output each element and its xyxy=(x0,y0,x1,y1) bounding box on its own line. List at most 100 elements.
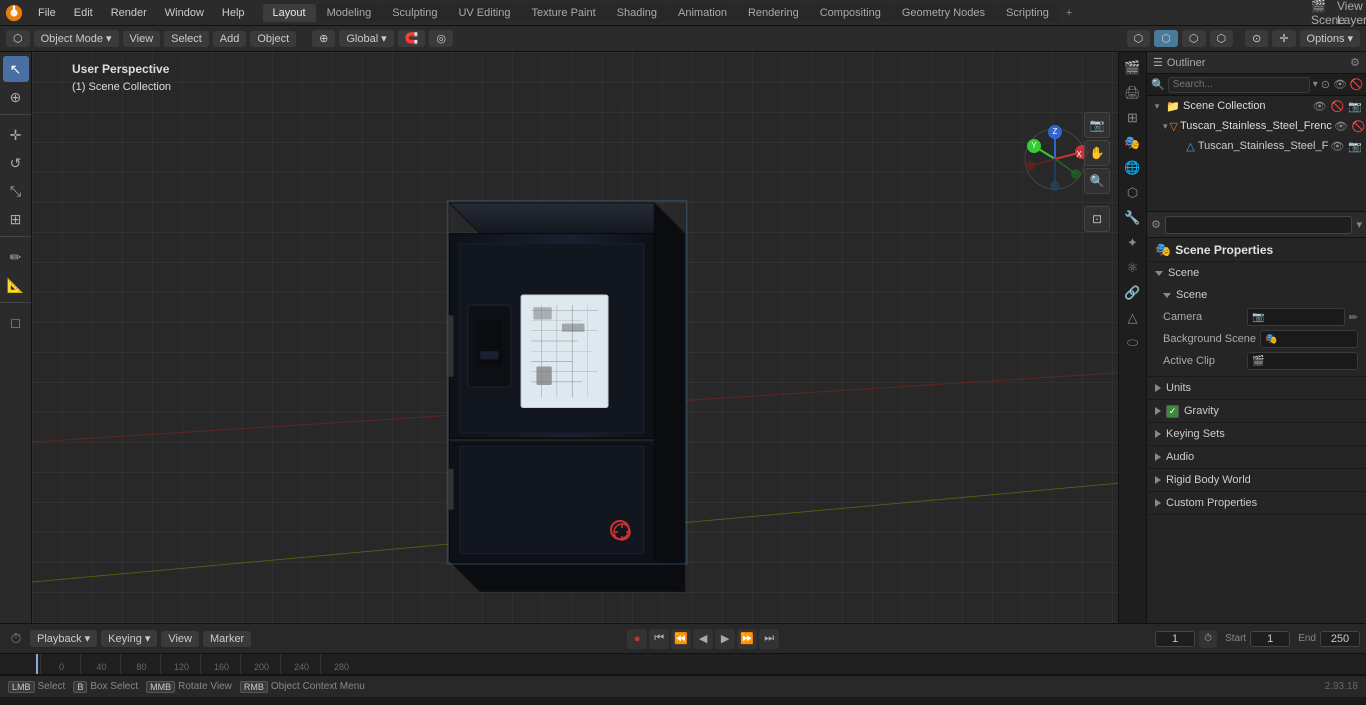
3d-viewport[interactable]: User Perspective (1) Scene Collection xyxy=(32,52,1118,623)
tab-sculpting[interactable]: Sculpting xyxy=(382,4,447,22)
menu-help[interactable]: Help xyxy=(214,5,253,21)
view-menu-timeline[interactable]: View xyxy=(161,631,199,647)
view-menu[interactable]: View xyxy=(123,31,161,47)
camera-value-field[interactable]: 📷 xyxy=(1247,308,1345,326)
viewport-shading-material[interactable]: ⬡ xyxy=(1182,30,1206,47)
o1-hide-icon[interactable]: 🚫 xyxy=(1352,120,1366,133)
view-layer-properties-icon[interactable]: ⊞ xyxy=(1121,106,1145,130)
props-filter-button[interactable]: ▾ xyxy=(1356,218,1362,231)
record-button[interactable]: ● xyxy=(627,629,647,649)
select-tool[interactable]: ↖ xyxy=(3,56,29,82)
viewport-shading-render[interactable]: ⬡ xyxy=(1210,30,1234,47)
options-button[interactable]: Options ▾ xyxy=(1300,30,1360,47)
zoom-tool-btn[interactable]: 🔍 xyxy=(1084,168,1110,194)
constraints-properties-icon[interactable]: 🔗 xyxy=(1121,281,1145,305)
outliner-search-input[interactable] xyxy=(1168,77,1310,93)
snap-button[interactable]: 🧲 xyxy=(398,30,426,47)
gravity-checkbox[interactable]: ✓ xyxy=(1166,405,1179,418)
active-clip-value[interactable]: 🎬 xyxy=(1247,352,1358,370)
camera-view-btn[interactable]: 📷 xyxy=(1084,112,1110,138)
outliner-filter-dropdown[interactable]: ▾ xyxy=(1313,79,1318,90)
proportional-edit[interactable]: ◎ xyxy=(429,30,453,47)
tab-geometry-nodes[interactable]: Geometry Nodes xyxy=(892,4,995,22)
annotate-tool[interactable]: ✏ xyxy=(3,244,29,270)
object-properties-icon[interactable]: ⬡ xyxy=(1121,181,1145,205)
viewport-shading-solid[interactable]: ⬡ xyxy=(1154,30,1178,47)
transform-tool[interactable]: ⊞ xyxy=(3,206,29,232)
outliner-scene-collection[interactable]: ▾ 📁 Scene Collection 👁 🚫 📷 xyxy=(1147,96,1366,116)
move-tool[interactable]: ✛ xyxy=(3,122,29,148)
material-properties-icon[interactable]: ⬭ xyxy=(1121,331,1145,355)
end-frame-input[interactable] xyxy=(1320,631,1360,647)
modifier-properties-icon[interactable]: 🔧 xyxy=(1121,206,1145,230)
o2-render-icon[interactable]: 📷 xyxy=(1348,140,1362,153)
output-properties-icon[interactable]: 🖨 xyxy=(1121,81,1145,105)
viewport-gizmos[interactable]: ✛ xyxy=(1272,30,1295,47)
playback-menu[interactable]: Playback ▾ xyxy=(30,630,97,647)
menu-file[interactable]: File xyxy=(30,5,64,21)
world-properties-icon[interactable]: 🌐 xyxy=(1121,156,1145,180)
outliner-filter-icon[interactable]: ⚙ xyxy=(1350,56,1360,69)
expand-scene-collection[interactable]: ▾ xyxy=(1151,100,1163,112)
tab-rendering[interactable]: Rendering xyxy=(738,4,809,22)
tab-animation[interactable]: Animation xyxy=(668,4,737,22)
outliner-hide-icon[interactable]: 🚫 xyxy=(1350,78,1364,91)
expand-object-1[interactable]: ▾ xyxy=(1163,120,1168,132)
editor-type-button[interactable]: ⬡ xyxy=(6,30,30,47)
add-workspace-button[interactable]: + xyxy=(1060,4,1078,22)
render-region-btn[interactable]: ⊡ xyxy=(1084,206,1110,232)
scene-subsection-header[interactable]: Scene xyxy=(1147,284,1366,306)
object-mode-dropdown[interactable]: Object Mode ▾ xyxy=(34,30,119,47)
viewport-shading-wire[interactable]: ⬡ xyxy=(1127,30,1151,47)
keying-menu[interactable]: Keying ▾ xyxy=(101,630,157,647)
transform-orientation[interactable]: Global ▾ xyxy=(339,30,393,47)
outliner-object-row-1[interactable]: ▾ ▽ Tuscan_Stainless_Steel_Frenc 👁 🚫 📷 xyxy=(1147,116,1366,136)
custom-props-header[interactable]: Custom Properties xyxy=(1147,492,1366,514)
jump-to-start-button[interactable]: ⏮ xyxy=(649,629,669,649)
view-layer-selector[interactable]: View Layer xyxy=(1342,3,1362,23)
menu-edit[interactable]: Edit xyxy=(66,5,101,21)
menu-window[interactable]: Window xyxy=(157,5,212,21)
sc-render-icon[interactable]: 📷 xyxy=(1348,100,1362,113)
current-frame-input[interactable] xyxy=(1155,631,1195,647)
sc-view-icon[interactable]: 👁 xyxy=(1313,100,1327,113)
rotate-tool[interactable]: ↺ xyxy=(3,150,29,176)
o2-view-icon[interactable]: 👁 xyxy=(1330,140,1344,153)
render-properties-icon[interactable]: 🎬 xyxy=(1121,56,1145,80)
keying-sets-header[interactable]: Keying Sets xyxy=(1147,423,1366,445)
timeline-editor-type[interactable]: ⏱ xyxy=(6,629,26,649)
camera-edit-icon[interactable]: ✏ xyxy=(1349,311,1358,324)
add-cube-tool[interactable]: □ xyxy=(3,310,29,336)
sc-hide-icon[interactable]: 🚫 xyxy=(1331,100,1345,113)
orientation-gizmo[interactable]: X Y Z xyxy=(1020,124,1090,194)
audio-section-header[interactable]: Audio xyxy=(1147,446,1366,468)
rigid-body-header[interactable]: Rigid Body World xyxy=(1147,469,1366,491)
outliner-restrict-columns[interactable]: ⊙ xyxy=(1321,78,1330,91)
o1-view-icon[interactable]: 👁 xyxy=(1334,120,1348,133)
frame-time-toggle[interactable]: ⏱ xyxy=(1199,630,1217,648)
tab-shading[interactable]: Shading xyxy=(607,4,667,22)
play-reverse-button[interactable]: ◀ xyxy=(693,629,713,649)
tab-modeling[interactable]: Modeling xyxy=(317,4,382,22)
outliner-view-icon[interactable]: 👁 xyxy=(1333,78,1347,91)
scene-selector[interactable]: 🎬 Scene xyxy=(1318,3,1338,23)
tab-uv-editing[interactable]: UV Editing xyxy=(448,4,520,22)
object-data-properties-icon[interactable]: △ xyxy=(1121,306,1145,330)
units-section-header[interactable]: Units xyxy=(1147,377,1366,399)
tab-layout[interactable]: Layout xyxy=(263,4,316,22)
tab-compositing[interactable]: Compositing xyxy=(810,4,891,22)
step-forward-button[interactable]: ⏩ xyxy=(737,629,757,649)
grab-tool-btn[interactable]: ✋ xyxy=(1084,140,1110,166)
background-scene-value[interactable]: 🎭 xyxy=(1260,330,1358,348)
measure-tool[interactable]: 📐 xyxy=(3,272,29,298)
viewport-overlays[interactable]: ⊙ xyxy=(1245,30,1268,47)
properties-search-input[interactable] xyxy=(1165,216,1353,234)
menu-render[interactable]: Render xyxy=(103,5,155,21)
select-menu[interactable]: Select xyxy=(164,31,209,47)
object-menu[interactable]: Object xyxy=(250,31,296,47)
add-menu[interactable]: Add xyxy=(213,31,247,47)
gravity-section-header[interactable]: ✓ Gravity xyxy=(1147,400,1366,422)
outliner-object-row-2[interactable]: △ Tuscan_Stainless_Steel_F 👁 📷 xyxy=(1147,136,1366,156)
cursor-tool[interactable]: ⊕ xyxy=(3,84,29,110)
particles-properties-icon[interactable]: ✦ xyxy=(1121,231,1145,255)
